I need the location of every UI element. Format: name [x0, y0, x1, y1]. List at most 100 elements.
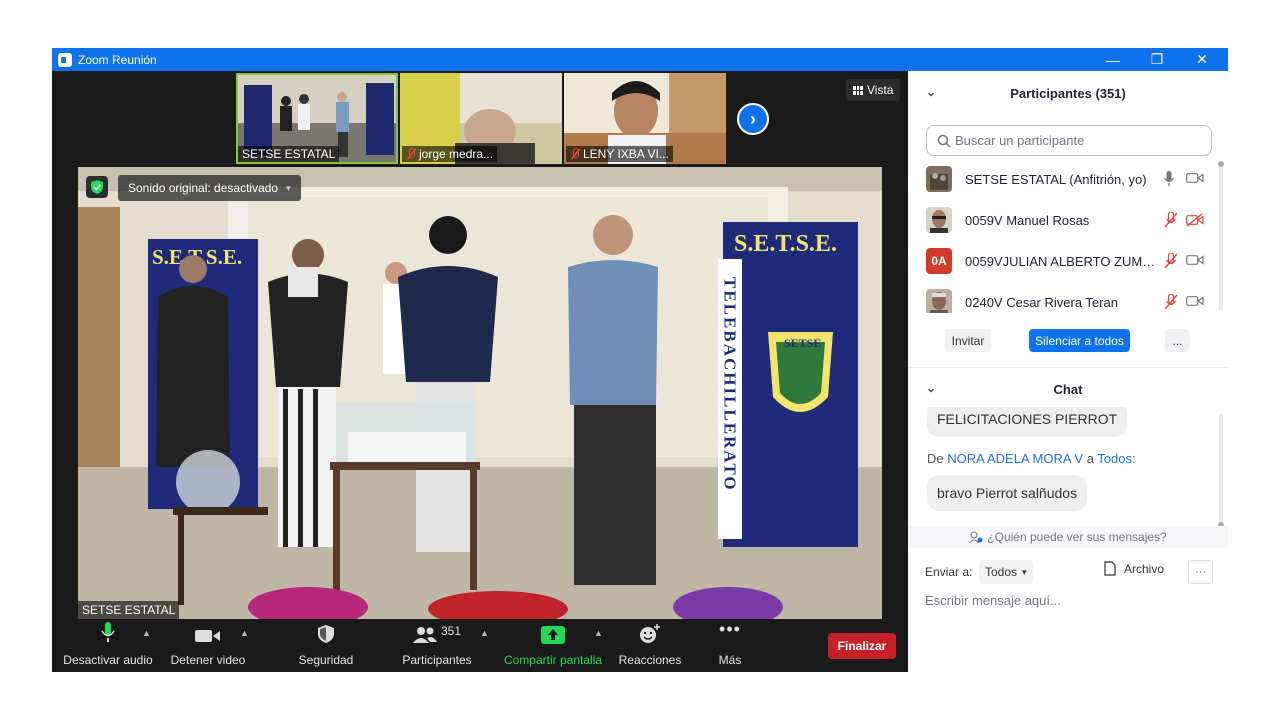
minimize-button[interactable]: — — [1090, 48, 1136, 71]
thumbnail-video[interactable]: jorge medra... — [400, 73, 562, 164]
thumbnail-strip: SETSE ESTATAL jorge medra... LENY IXBA V… — [236, 73, 726, 164]
participants-count: 351 — [440, 624, 462, 638]
share-screen-label: Compartir pantalla — [503, 653, 603, 667]
recipient-select[interactable]: Todos ▾ — [979, 560, 1033, 584]
mute-audio-button[interactable]: Desactivar audio ▲ — [60, 620, 156, 672]
svg-text:S.E.T.S.E.: S.E.T.S.E. — [734, 231, 837, 257]
next-page-button[interactable]: › — [737, 103, 769, 135]
muted-mic-icon — [570, 148, 580, 160]
reactions-button[interactable]: Reacciones — [614, 620, 686, 672]
shield-check-icon — [91, 180, 103, 194]
muted-mic-icon[interactable] — [1164, 253, 1178, 269]
message-visibility-label: ¿Quién puede ver sus mensajes? — [987, 530, 1167, 544]
microphone-icon[interactable] — [1164, 171, 1174, 187]
chat-more-button[interactable]: ··· — [1188, 560, 1213, 584]
meeting-toolbar: Desactivar audio ▲ Detener video ▲ Segur… — [52, 619, 908, 672]
thumbnail-name: SETSE ESTATAL — [238, 146, 340, 162]
audio-options-caret[interactable]: ▲ — [142, 628, 151, 638]
participant-row[interactable]: 0A 0059VJULIAN ALBERTO ZUMAYA... — [908, 241, 1218, 282]
chat-scrollbar[interactable] — [1218, 414, 1224, 528]
send-to-label: Enviar a: — [925, 565, 973, 579]
chat-message-input[interactable]: Escribir mensaje aquí... — [925, 593, 1061, 608]
thumbnail-name: LENY IXBA VI... — [566, 146, 673, 162]
thumbnail-name: jorge medra... — [402, 146, 498, 162]
from-prefix: De — [927, 451, 944, 466]
avatar — [926, 289, 952, 313]
close-button[interactable]: ✕ — [1179, 48, 1225, 71]
participant-row[interactable]: 0240V Cesar Rivera Teran — [908, 282, 1218, 313]
active-speaker-video[interactable]: S.E.T.S.E. S.E.T.S.E. TELEBACHILLERATO S… — [78, 167, 882, 619]
more-label: Más — [718, 653, 742, 667]
collapse-chevron-icon[interactable]: ⌄ — [926, 381, 936, 395]
window-title: Zoom Reunión — [78, 52, 157, 67]
participants-title: Participantes (351) — [1010, 85, 1126, 101]
participants-header: ⌄ Participantes (351) — [908, 71, 1228, 115]
file-label: Archivo — [1124, 561, 1165, 576]
original-sound-label: Sonido original: desactivado — [128, 181, 279, 195]
muted-mic-icon[interactable] — [1164, 294, 1178, 310]
zoom-window: Zoom Reunión — ❐ ✕ SETSE ESTATAL jorge m… — [52, 48, 1228, 672]
divider — [908, 367, 1228, 368]
original-sound-toggle[interactable]: Sonido original: desactivado ▾ — [118, 175, 301, 201]
participant-list-scrollbar[interactable] — [1218, 161, 1224, 311]
avatar: 0A — [926, 248, 952, 274]
title-bar: Zoom Reunión — ❐ ✕ — [52, 48, 1228, 71]
chat-messages: FELICITACIONES PIERROT De NORA ADELA MOR… — [908, 407, 1220, 525]
file-button[interactable]: Archivo — [1104, 561, 1164, 576]
mute-audio-label: Desactivar audio — [63, 653, 153, 667]
video-camera-icon[interactable] — [1186, 172, 1204, 184]
message-visibility-info[interactable]: ¿Quién puede ver sus mensajes? — [908, 526, 1228, 548]
more-button[interactable]: ••• Más — [704, 619, 756, 672]
end-meeting-button[interactable]: Finalizar — [828, 633, 896, 659]
mute-all-button[interactable]: Silenciar a todos — [1029, 329, 1130, 352]
view-button[interactable]: Vista — [846, 79, 901, 101]
muted-mic-icon — [406, 148, 416, 160]
video-off-icon[interactable] — [1186, 213, 1204, 227]
chat-title: Chat — [1053, 381, 1083, 397]
view-button-label: Vista — [867, 83, 894, 97]
collapse-chevron-icon[interactable]: ⌄ — [926, 85, 936, 99]
share-screen-button[interactable]: Compartir pantalla ▲ — [500, 620, 606, 672]
participant-row[interactable]: 0059V Manuel Rosas — [908, 200, 1218, 241]
participant-list: SETSE ESTATAL (Anfitrión, yo) 0059V Manu… — [908, 159, 1218, 313]
video-options-caret[interactable]: ▲ — [240, 628, 249, 638]
speaker-video-image: S.E.T.S.E. S.E.T.S.E. TELEBACHILLERATO S… — [78, 167, 882, 619]
participant-name: 0059VJULIAN ALBERTO ZUMAYA... — [965, 254, 1161, 269]
reactions-label: Reacciones — [618, 653, 682, 667]
participant-row[interactable]: SETSE ESTATAL (Anfitrión, yo) — [908, 159, 1218, 200]
participant-search-input[interactable]: Buscar un participante — [926, 125, 1212, 156]
banner-right: S.E.T.S.E. TELEBACHILLERATO SETSE — [718, 222, 858, 547]
participants-button[interactable]: 351 Participantes ▲ — [392, 620, 489, 672]
thumbnail-video[interactable]: LENY IXBA VI... — [564, 73, 726, 164]
speaker-name-label: SETSE ESTATAL — [78, 601, 180, 619]
chevron-right-icon: › — [750, 108, 756, 129]
chat-sender-line: De NORA ADELA MORA V a Todos: — [927, 451, 1136, 466]
avatar — [926, 166, 952, 192]
maximize-button[interactable]: ❐ — [1134, 48, 1180, 71]
avatar — [926, 207, 952, 233]
chat-message: FELICITACIONES PIERROT — [927, 407, 1128, 437]
message-input-placeholder: Escribir mensaje aquí... — [925, 593, 1061, 608]
video-camera-icon[interactable] — [1186, 254, 1204, 266]
security-label: Seguridad — [298, 653, 354, 667]
participant-name: SETSE ESTATAL (Anfitrión, yo) — [965, 172, 1147, 187]
muted-mic-icon[interactable] — [1164, 212, 1178, 228]
participant-name: 0059V Manuel Rosas — [965, 213, 1090, 228]
encryption-shield-icon[interactable] — [86, 176, 108, 198]
recipient-value: Todos — [985, 565, 1018, 579]
thumbnail-video[interactable]: SETSE ESTATAL — [236, 73, 398, 164]
video-camera-icon[interactable] — [1186, 295, 1204, 307]
chat-target[interactable]: Todos: — [1097, 451, 1135, 466]
security-button[interactable]: Seguridad — [288, 620, 364, 672]
chat-sender[interactable]: NORA ADELA MORA V — [947, 451, 1083, 466]
share-options-caret[interactable]: ▲ — [594, 628, 603, 638]
invite-button[interactable]: Invitar — [945, 329, 991, 352]
participants-more-button[interactable]: ... — [1165, 329, 1190, 352]
file-icon — [1104, 561, 1116, 576]
participants-options-caret[interactable]: ▲ — [480, 628, 489, 638]
person-visibility-icon — [969, 530, 983, 543]
participants-label: Participantes — [402, 653, 472, 667]
send-options: Enviar a: Todos ▾ Archivo ··· — [908, 560, 1228, 584]
stop-video-button[interactable]: Detener video ▲ — [164, 620, 252, 672]
svg-text:SETSE: SETSE — [784, 336, 821, 350]
